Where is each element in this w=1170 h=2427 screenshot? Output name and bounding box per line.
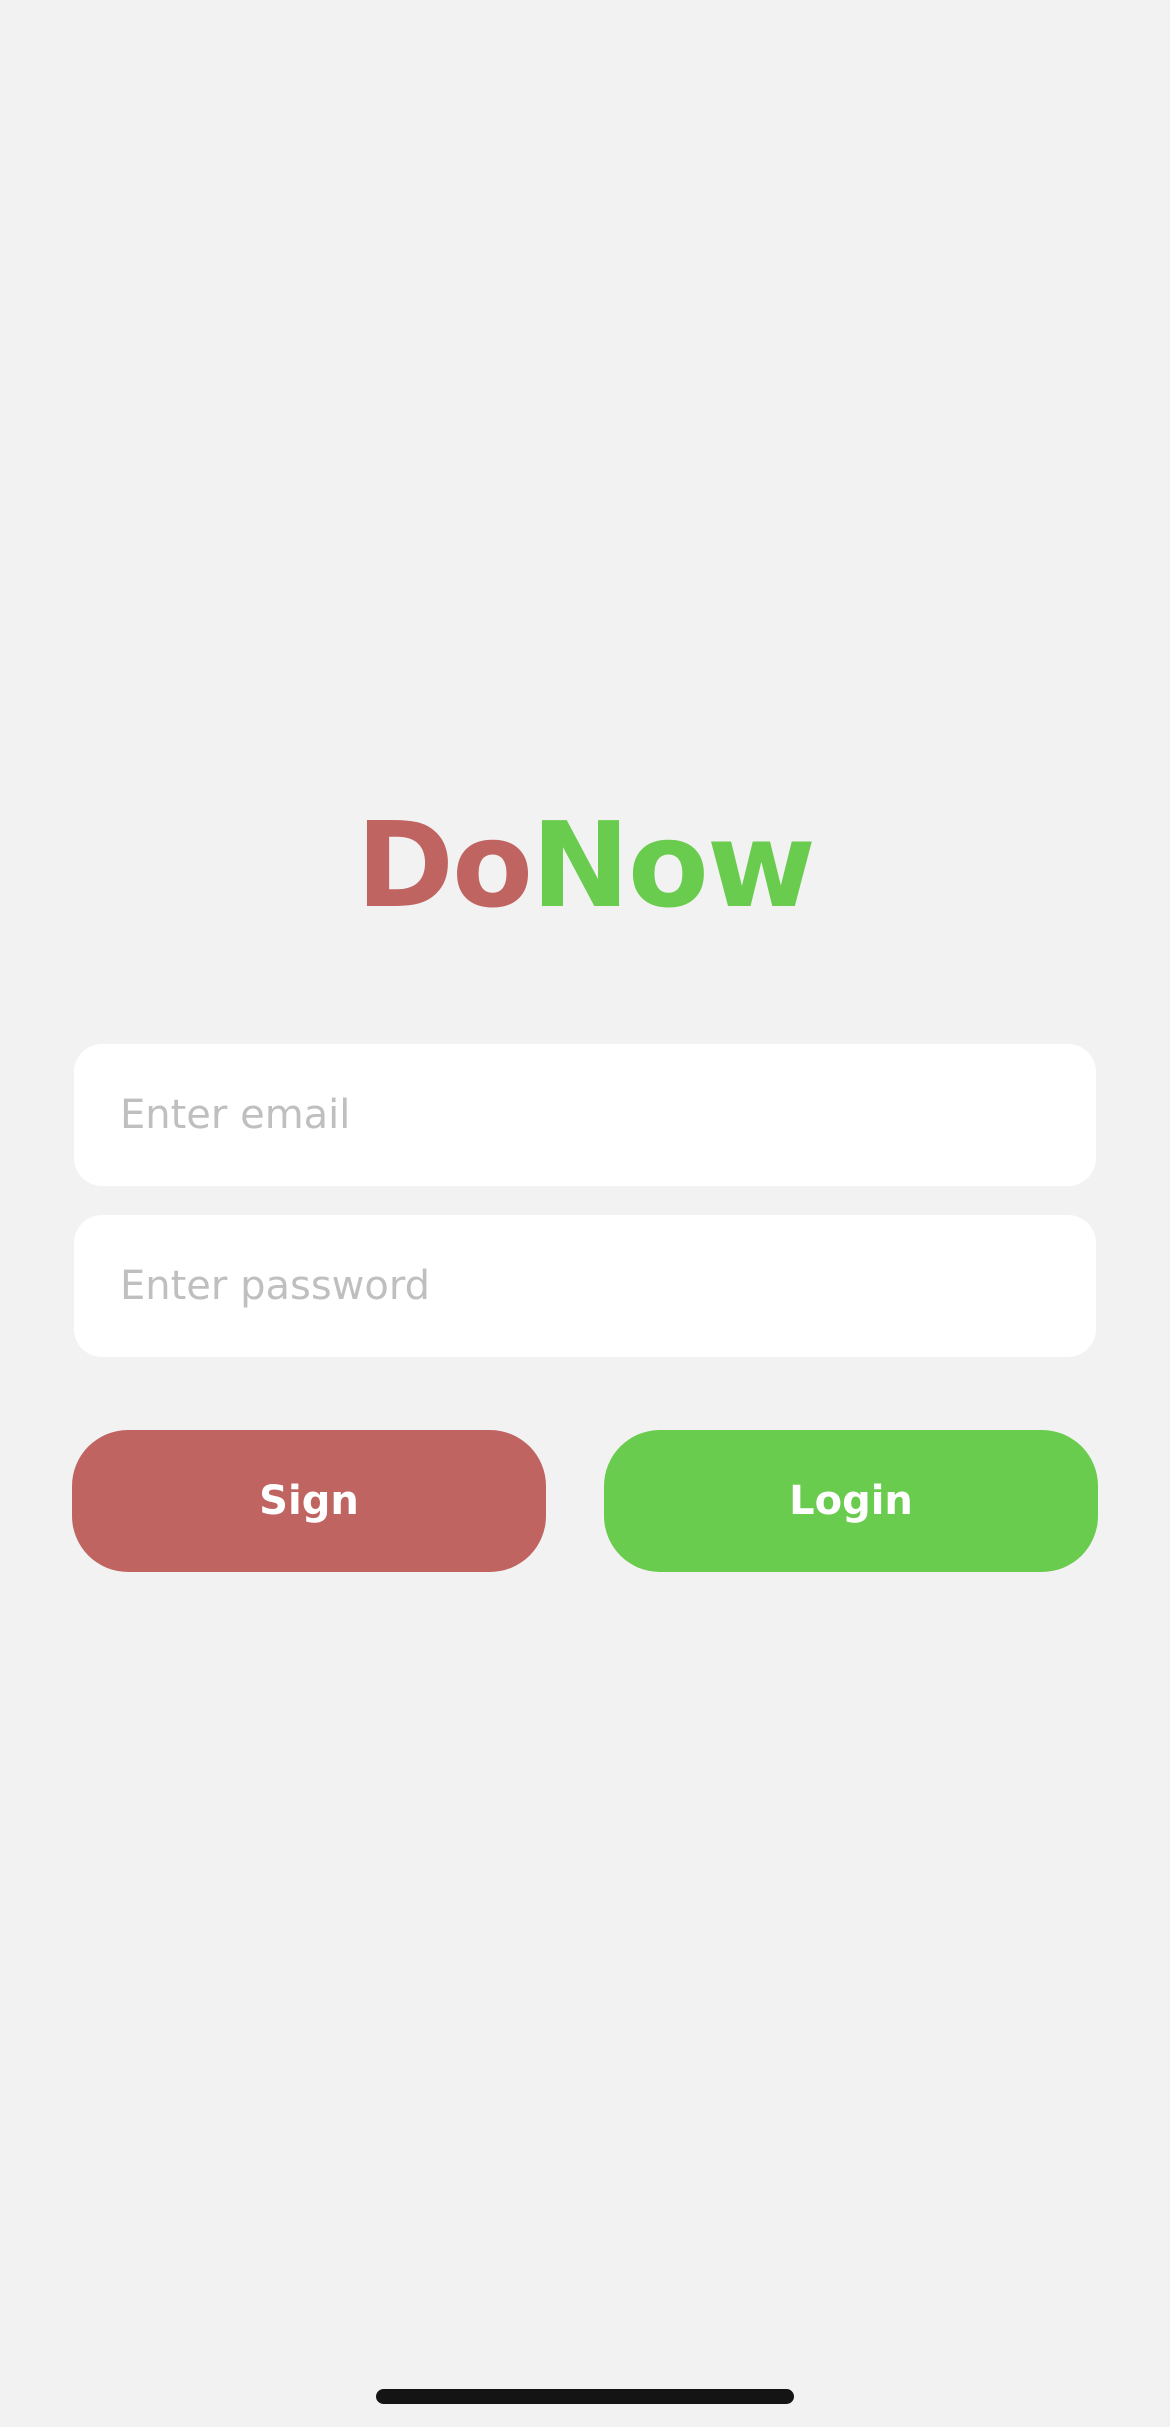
sign-button[interactable]: Sign <box>72 1430 546 1572</box>
password-input[interactable] <box>120 1215 1050 1357</box>
login-button-label: Login <box>789 1478 913 1524</box>
logo-now-text: Now <box>531 796 816 934</box>
app-logo: DoNow <box>0 800 1170 930</box>
login-screen: DoNow Sign Login <box>0 0 1170 2427</box>
logo-do-text: Do <box>356 796 533 934</box>
sign-button-label: Sign <box>259 1478 359 1524</box>
email-field[interactable] <box>74 1044 1096 1186</box>
password-field[interactable] <box>74 1215 1096 1357</box>
login-button[interactable]: Login <box>604 1430 1098 1572</box>
email-input[interactable] <box>120 1044 1050 1186</box>
home-indicator[interactable] <box>376 2389 794 2404</box>
